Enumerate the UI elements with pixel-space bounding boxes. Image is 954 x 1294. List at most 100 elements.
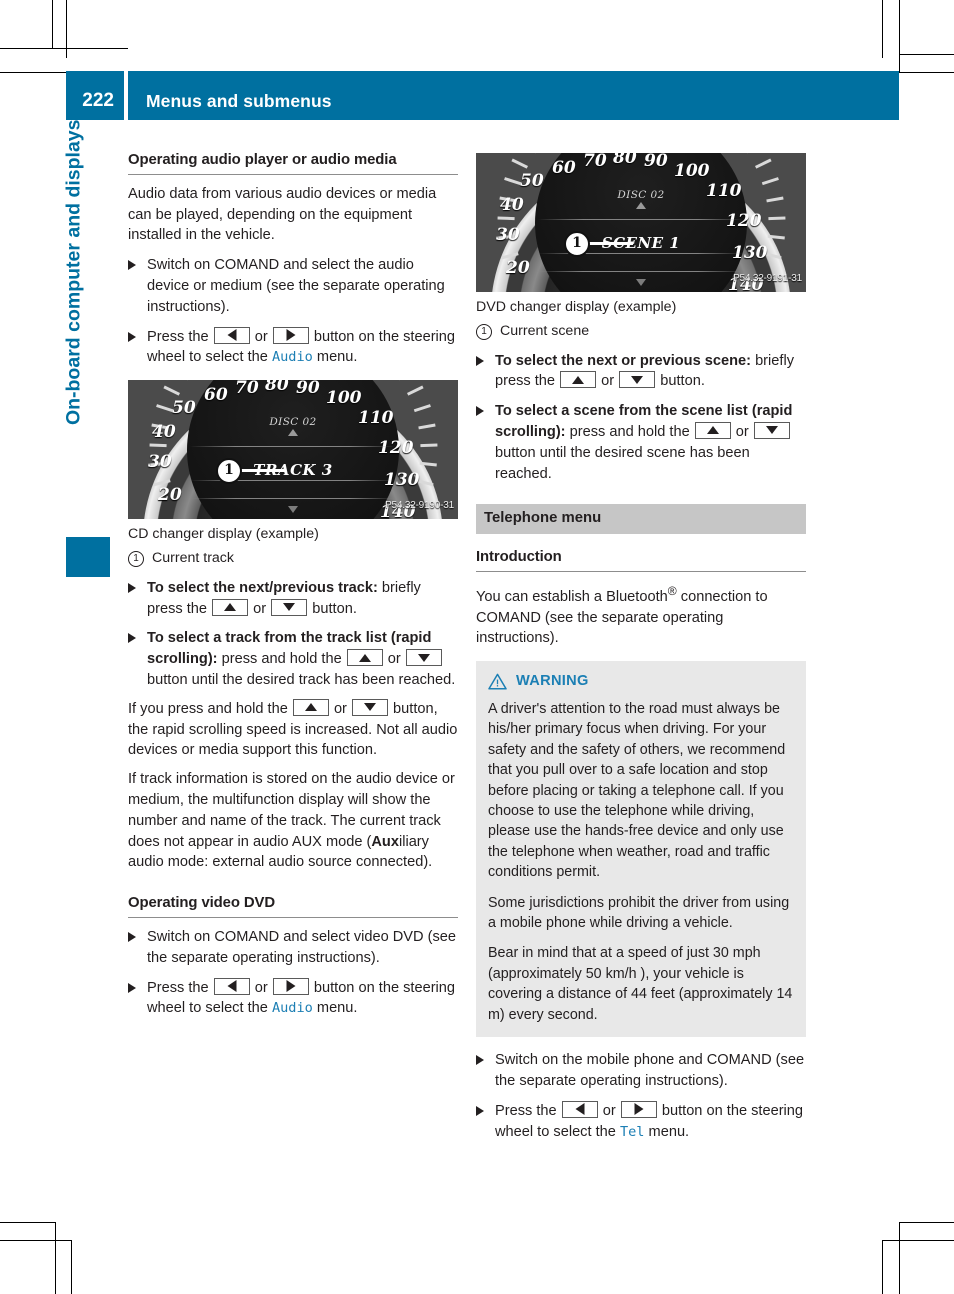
scale-num: 100 bbox=[326, 388, 362, 409]
left-arrow-key-icon bbox=[561, 1100, 598, 1118]
step-text-mid: or bbox=[250, 979, 272, 996]
right-column: 20 30 40 50 60 70 80 90 100 110 120 130 … bbox=[476, 150, 806, 1142]
crop-mark-top-left-h2 bbox=[0, 72, 66, 73]
step-text-pre: Press the bbox=[147, 328, 213, 345]
heading-operating-video-dvd: Operating video DVD bbox=[128, 893, 458, 918]
step-text-mid: or bbox=[597, 373, 619, 390]
scale-num: 90 bbox=[644, 153, 668, 171]
legend-circled-number: 1 bbox=[476, 323, 492, 340]
step-press-button-audio-menu-dvd: Press the or button on the steering whee… bbox=[128, 977, 458, 1020]
crop-mark-top-right-v bbox=[882, 0, 883, 58]
crop-mark-bottom-right-v2 bbox=[899, 1222, 900, 1294]
figure-code: P54.32-9190-31 bbox=[385, 500, 454, 512]
scroll-up-arrow-icon bbox=[288, 429, 298, 437]
crop-mark-bottom-left-h2 bbox=[0, 1240, 72, 1241]
bullet-triangle-icon bbox=[128, 260, 136, 271]
step-text-post: button until the desired track has been … bbox=[147, 671, 456, 688]
paragraph-track-information: If track information is stored on the au… bbox=[128, 769, 458, 873]
legend-label: Current scene bbox=[500, 322, 590, 339]
step-text-mid: or bbox=[731, 423, 753, 440]
crop-mark-top-left-v2 bbox=[52, 0, 53, 48]
step-press-button-tel-menu: Press the or button on the steering whee… bbox=[476, 1100, 806, 1143]
crop-mark-top-right-h bbox=[899, 54, 954, 55]
step-switch-on-mobile-phone: Switch on the mobile phone and COMAND (s… bbox=[476, 1050, 806, 1092]
step-text-post: button. bbox=[308, 600, 357, 617]
heading-introduction: Introduction bbox=[476, 547, 806, 572]
audio-menu-label: Audio bbox=[271, 1000, 313, 1017]
step-select-scene-from-list: To select a scene from the scene list (r… bbox=[476, 401, 806, 484]
figure2-legend: 1 Current scene bbox=[476, 321, 806, 342]
scroll-up-arrow-icon bbox=[636, 202, 646, 209]
right-arrow-key-icon bbox=[272, 977, 309, 995]
down-arrow-key-icon bbox=[753, 421, 790, 439]
callout-leader-line bbox=[588, 242, 633, 245]
scale-num: 120 bbox=[378, 438, 414, 459]
legend-label: Current track bbox=[152, 549, 234, 566]
step-select-next-previous-scene: To select the next or previous scene: br… bbox=[476, 351, 806, 393]
step-bold-lead: To select the next/previous track: bbox=[147, 579, 378, 596]
left-arrow-key-icon bbox=[213, 977, 250, 995]
callout-marker-1: 1 bbox=[216, 458, 242, 485]
up-arrow-key-icon bbox=[212, 598, 249, 616]
warning-box: WARNING A driver's attention to the road… bbox=[476, 661, 806, 1038]
warning-triangle-icon bbox=[488, 673, 507, 690]
figure2-caption: DVD changer display (example) bbox=[476, 299, 677, 315]
warning-paragraph-2: Some jurisdictions prohibit the driver f… bbox=[488, 894, 790, 932]
paragraph-text-a: You can establish a Bluetooth bbox=[476, 588, 668, 605]
figure-cd-changer-display: 20 30 40 50 60 70 80 90 100 110 120 130 … bbox=[128, 380, 458, 520]
down-arrow-key-icon bbox=[351, 698, 388, 716]
registered-trademark-icon: ® bbox=[667, 583, 677, 598]
step-text-mid: or bbox=[250, 328, 272, 345]
scale-num: 60 bbox=[204, 385, 228, 406]
warning-label: WARNING bbox=[516, 673, 589, 690]
step-text-mid: or bbox=[383, 651, 405, 668]
paragraph-rapid-scrolling: If you press and hold the or button, the… bbox=[128, 698, 458, 761]
up-arrow-key-icon bbox=[292, 698, 329, 716]
chapter-title: On-board computer and displays bbox=[62, 119, 85, 426]
step-text-pre: Press the bbox=[495, 1102, 561, 1119]
step-select-track-from-list: To select a track from the track list (r… bbox=[128, 628, 458, 690]
scale-num: 70 bbox=[583, 153, 607, 171]
legend-circled-number: 1 bbox=[128, 550, 144, 567]
scale-num: 90 bbox=[296, 380, 320, 399]
step-text-post: button until the desired scene has been … bbox=[495, 444, 750, 482]
crop-mark-top-left-h bbox=[0, 48, 128, 49]
crop-mark-top-right-v2 bbox=[899, 0, 900, 72]
paragraph-text-pre: If you press and hold the bbox=[128, 700, 292, 717]
list-divider bbox=[190, 446, 395, 448]
callout-leader-line bbox=[240, 469, 285, 473]
crop-mark-bottom-left-v bbox=[55, 1222, 56, 1294]
down-arrow-key-icon bbox=[271, 598, 308, 616]
heading-operating-audio-player: Operating audio player or audio media bbox=[128, 150, 458, 175]
scale-num: 20 bbox=[506, 258, 530, 278]
section-banner-telephone-menu: Telephone menu bbox=[476, 504, 806, 535]
scale-num: 80 bbox=[265, 380, 289, 396]
callout-marker-1: 1 bbox=[564, 231, 590, 257]
bullet-triangle-icon bbox=[128, 582, 136, 593]
right-arrow-key-icon bbox=[272, 326, 309, 344]
crop-mark-bottom-left-h bbox=[0, 1222, 56, 1223]
step-text-end: menu. bbox=[644, 1123, 690, 1140]
figure-code: P54.32-9191-31 bbox=[733, 273, 802, 285]
up-arrow-key-icon bbox=[560, 371, 597, 389]
scale-num: 120 bbox=[726, 211, 762, 231]
paragraph-bluetooth-intro: You can establish a Bluetooth® connectio… bbox=[476, 581, 806, 649]
step-text-pre: press and hold the bbox=[565, 423, 694, 440]
up-arrow-key-icon bbox=[346, 649, 383, 667]
warning-header: WARNING bbox=[488, 671, 794, 692]
left-arrow-key-icon bbox=[213, 326, 250, 344]
figure1-legend: 1 Current track bbox=[128, 548, 458, 569]
crop-mark-top-left-v bbox=[66, 0, 67, 58]
bullet-triangle-icon bbox=[128, 931, 136, 942]
scale-num: 100 bbox=[674, 161, 710, 181]
audio-menu-label: Audio bbox=[271, 349, 313, 366]
step-text-mid: or bbox=[598, 1102, 620, 1119]
up-arrow-key-icon bbox=[694, 421, 731, 439]
scene-name-label: SCENE 1 bbox=[601, 234, 681, 252]
crop-mark-bottom-right-h2 bbox=[899, 1222, 954, 1223]
crop-mark-bottom-left-v2 bbox=[71, 1240, 72, 1294]
scale-num: 80 bbox=[613, 153, 637, 168]
step-text-mid: or bbox=[249, 600, 271, 617]
paragraph-text-mid: or bbox=[329, 700, 351, 717]
step-text-end: menu. bbox=[312, 1000, 358, 1017]
